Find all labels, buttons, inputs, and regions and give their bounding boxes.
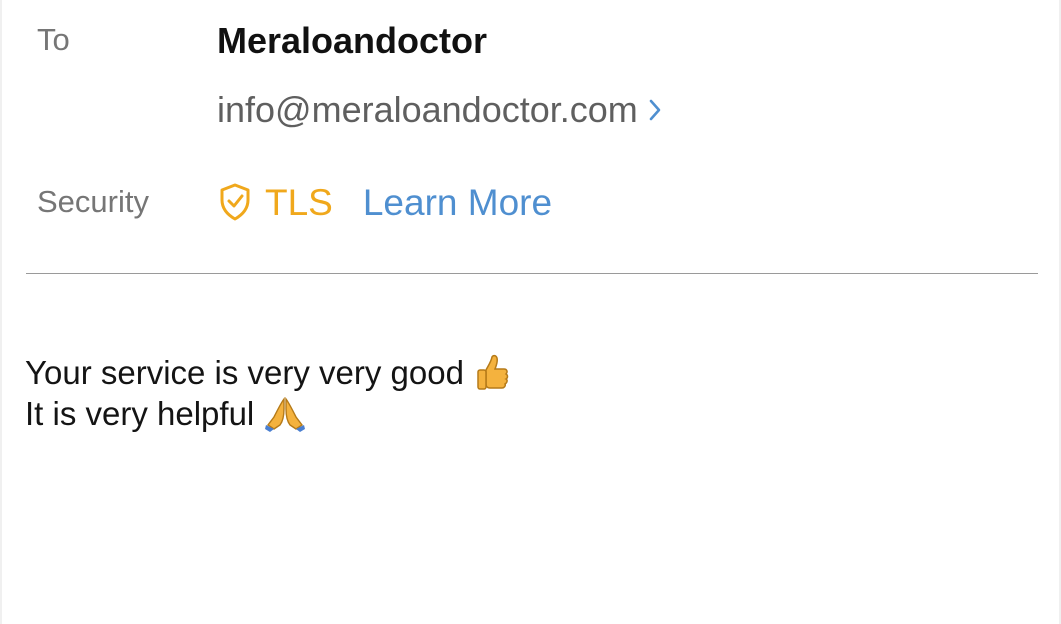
thumbs-up-icon — [477, 354, 509, 390]
message-body: Your service is very very good It is ver… — [25, 352, 510, 434]
message-line: It is very helpful — [25, 393, 510, 434]
security-label: Security — [37, 184, 149, 219]
message-line: Your service is very very good — [25, 352, 510, 393]
tls-badge: TLS — [265, 181, 333, 223]
message-line-text: It is very helpful — [25, 395, 255, 432]
header-divider — [26, 273, 1038, 274]
folded-hands-icon — [265, 396, 306, 432]
chevron-right-icon — [649, 99, 661, 121]
sender-email: info@meraloandoctor.com — [217, 89, 638, 130]
email-detail-view: To Meraloandoctor info@meraloandoctor.co… — [0, 0, 1061, 624]
message-line-text: Your service is very very good — [25, 354, 464, 391]
to-label: To — [37, 22, 70, 57]
security-info: TLS Learn More — [219, 183, 552, 221]
sender-email-link[interactable]: info@meraloandoctor.com — [217, 92, 662, 128]
learn-more-link[interactable]: Learn More — [363, 184, 552, 221]
shield-check-icon — [220, 183, 250, 221]
sender-name: Meraloandoctor — [217, 20, 488, 61]
